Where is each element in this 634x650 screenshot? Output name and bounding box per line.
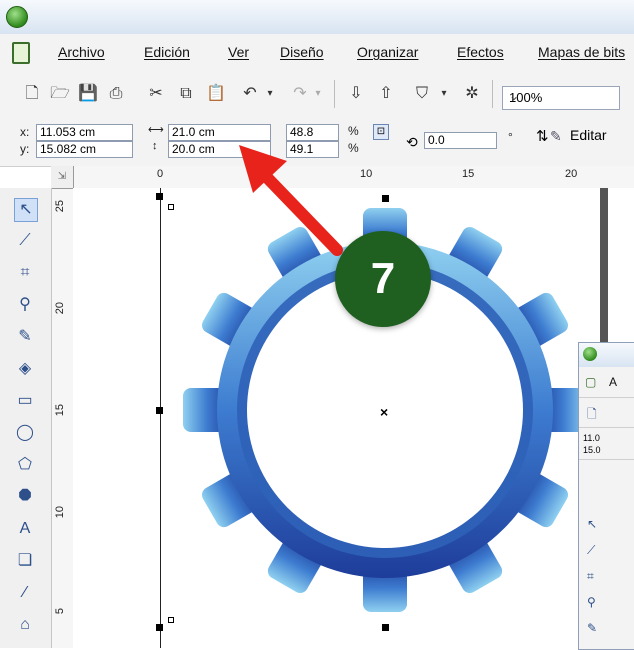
page-shadow — [600, 188, 608, 343]
edit-button-label[interactable]: Editar — [570, 127, 607, 143]
open-icon[interactable]: 🗁 — [50, 84, 70, 104]
outline-tool-icon[interactable]: ⌂ — [14, 614, 36, 636]
inset-menubar: ▢ A — [579, 367, 634, 398]
ruler-h-label: 0 — [157, 168, 164, 180]
import-icon[interactable]: ⇩ — [346, 84, 366, 104]
degree-label: ° — [508, 130, 513, 144]
drop-shadow-icon[interactable]: ❏ — [14, 550, 36, 572]
width-icon: ⟷ — [148, 124, 164, 136]
save-icon[interactable]: 💾 — [78, 84, 98, 104]
zoom-tool-icon: ⚲ — [587, 595, 596, 609]
inset-propbar: 11.0 15.0 — [579, 427, 634, 460]
ruler-v-label: 5 — [54, 608, 66, 615]
selection-handle[interactable] — [382, 624, 389, 631]
launcher-dropdown-icon[interactable]: ▾ — [434, 84, 454, 104]
chevron-down-icon: ⌄ — [509, 89, 520, 103]
redo-dropdown-icon[interactable]: ▾ — [308, 84, 328, 104]
redo-icon[interactable]: ↷ — [290, 84, 310, 104]
menu-ver[interactable]: Ver — [228, 44, 249, 60]
freehand-tool-icon[interactable]: ✎ — [14, 326, 36, 348]
inset-y-value: 15.0 — [583, 445, 601, 455]
smart-fill-icon[interactable]: ◈ — [14, 358, 36, 380]
inset-title-bar — [579, 343, 634, 367]
selection-handle-small[interactable] — [168, 204, 174, 210]
toolbox: ↖ ⟋ ⌗ ⚲ ✎ ◈ ▭ ◯ ⬠ ⯃ A ❏ ⁄ ⌂ — [0, 188, 52, 648]
x-position-field[interactable]: 11.053 cm — [36, 124, 133, 141]
title-bar — [0, 0, 634, 35]
toolbar-separator — [334, 80, 335, 108]
freehand-tool-icon: ✎ — [587, 621, 598, 635]
center-marker-icon: × — [380, 404, 389, 420]
selection-handle[interactable] — [156, 407, 163, 414]
new-icon: 🗋 — [587, 407, 597, 421]
selection-handle[interactable] — [156, 193, 163, 200]
x-label: x: — [20, 125, 30, 139]
toolbar-separator — [492, 80, 493, 108]
eyedropper-icon[interactable]: ⁄ — [14, 582, 36, 604]
selection-handle[interactable] — [382, 195, 389, 202]
crop-tool-icon[interactable]: ⌗ — [14, 262, 36, 284]
undo-icon[interactable]: ↶ — [240, 84, 260, 104]
zoom-tool-icon[interactable]: ⚲ — [14, 294, 36, 316]
pick-tool-icon: ↖ — [587, 517, 598, 531]
inset-toolbar: 🗋 — [579, 397, 634, 428]
selection-handle[interactable] — [156, 624, 163, 631]
ruler-h-label: 10 — [360, 168, 373, 180]
inset-window-screenshot: ▢ A 🗋 11.0 15.0 ↖ ⟋ ⌗ ⚲ ✎ — [578, 342, 634, 650]
polygon-tool-icon[interactable]: ⬠ — [14, 454, 36, 476]
shape-tool-icon[interactable]: ⟋ — [14, 230, 36, 252]
menu-edicion[interactable]: Edición — [144, 44, 190, 60]
rotation-field[interactable]: 0.0 — [424, 132, 497, 149]
document-icon: ▢ — [585, 375, 597, 389]
rectangle-tool-icon[interactable]: ▭ — [14, 390, 36, 412]
text-tool-icon[interactable]: A — [14, 518, 36, 540]
basic-shapes-icon[interactable]: ⯃ — [14, 486, 36, 508]
new-icon[interactable]: 🗋 — [22, 84, 42, 104]
mirror-icon[interactable]: ⇅ — [536, 127, 549, 145]
menu-bar: Archivo Edición Ver Diseño Organizar Efe… — [0, 34, 634, 73]
lock-ratio-icon[interactable]: ⊡ — [373, 124, 389, 140]
height-icon: ↕ — [152, 140, 158, 152]
rotate-icon: ⟲ — [406, 134, 418, 150]
undo-dropdown-icon[interactable]: ▾ — [260, 84, 280, 104]
menu-diseno[interactable]: Diseño — [280, 44, 324, 60]
inset-x-value: 11.0 — [583, 433, 600, 443]
ruler-v-label: 20 — [54, 302, 66, 315]
zoom-select[interactable]: 100% ⌄ — [502, 86, 620, 110]
vertical-ruler[interactable] — [51, 188, 74, 648]
app-logo-icon — [6, 6, 28, 28]
launcher-icon[interactable]: ⛉ — [412, 84, 432, 104]
copy-icon[interactable]: ⧉ — [176, 84, 196, 104]
menu-efectos[interactable]: Efectos — [457, 44, 504, 60]
ellipse-tool-icon[interactable]: ◯ — [14, 422, 36, 444]
export-icon[interactable]: ⇧ — [376, 84, 396, 104]
ruler-v-label: 25 — [54, 200, 66, 213]
print-icon[interactable]: ⎙ — [106, 84, 126, 104]
menu-archivo[interactable]: Archivo — [58, 44, 105, 60]
cut-icon[interactable]: ✂ — [146, 84, 166, 104]
ruler-v-label: 15 — [54, 404, 66, 417]
menu-organizar[interactable]: Organizar — [357, 44, 418, 60]
step-number-badge: 7 — [335, 231, 431, 327]
page-border-guide — [160, 188, 161, 648]
shape-tool-icon: ⟋ — [587, 543, 596, 557]
inset-menu-text: A — [609, 375, 618, 389]
edit-text-icon[interactable]: ✎ — [550, 128, 562, 145]
ruler-v-label: 10 — [54, 506, 66, 519]
document-icon[interactable] — [12, 42, 30, 64]
paste-icon[interactable]: 📋 — [206, 84, 226, 104]
app-logo-icon — [583, 347, 597, 361]
pick-tool-icon[interactable]: ↖ — [14, 198, 38, 222]
ruler-h-label: 15 — [462, 168, 475, 180]
ruler-origin-icon[interactable]: ⇲ — [51, 166, 74, 189]
selection-handle-small[interactable] — [168, 617, 174, 623]
ruler-h-label: 20 — [565, 168, 578, 180]
menu-mapas-de-bits[interactable]: Mapas de bits — [538, 44, 625, 60]
y-label: y: — [20, 142, 30, 156]
red-arrow-annotation — [239, 145, 343, 256]
y-position-field[interactable]: 15.082 cm — [36, 141, 133, 158]
welcome-icon[interactable]: ✲ — [462, 84, 482, 104]
crop-tool-icon: ⌗ — [587, 569, 594, 583]
